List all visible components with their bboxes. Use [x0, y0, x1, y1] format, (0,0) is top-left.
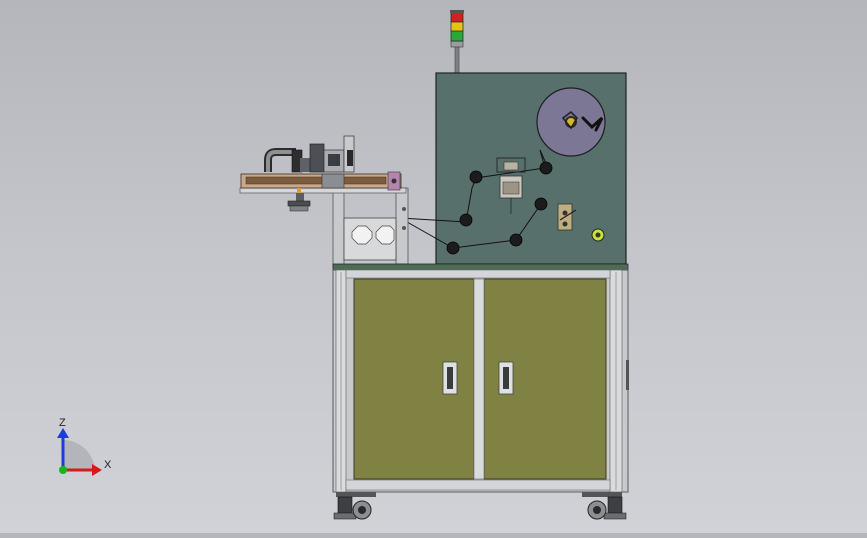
- x-axis-label: X: [104, 459, 112, 471]
- origin-icon: [59, 466, 67, 474]
- z-axis-label: Z: [59, 417, 66, 429]
- tower-light-yellow: [450, 20, 464, 32]
- tower-light-red: [450, 11, 464, 23]
- model-view[interactable]: Z X: [0, 0, 867, 533]
- cabinet: [332, 263, 629, 493]
- tape-reel: [536, 87, 606, 157]
- signal-tower: [450, 10, 464, 75]
- casters: [333, 492, 627, 520]
- axis-triad[interactable]: Z X: [57, 417, 112, 476]
- main-panel: [399, 72, 627, 265]
- applicator-assembly: [239, 135, 409, 267]
- tower-light-green: [450, 29, 464, 42]
- cad-viewport[interactable]: Z X: [0, 0, 867, 533]
